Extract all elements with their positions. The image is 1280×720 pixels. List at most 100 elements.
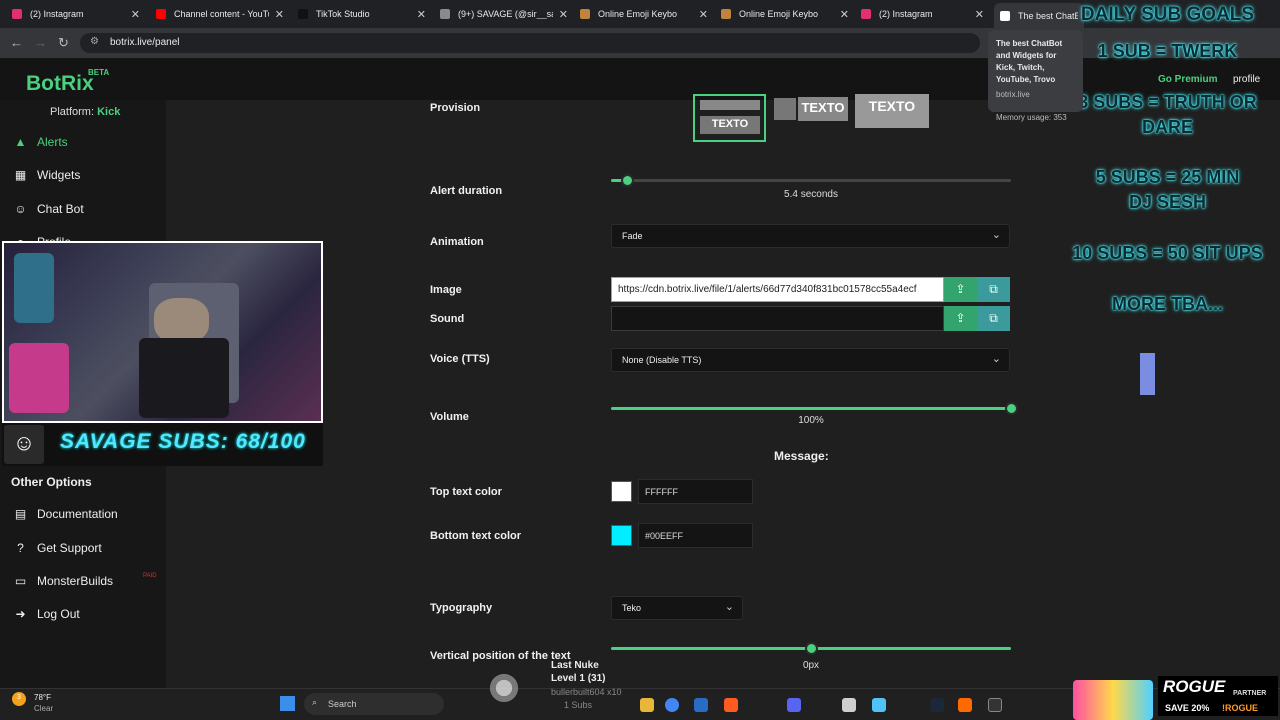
- grid-icon: ▦: [14, 168, 27, 182]
- file-explorer-icon[interactable]: [640, 698, 654, 712]
- windows-start-icon[interactable]: [280, 696, 295, 711]
- top-text-color-input[interactable]: FFFFFF: [638, 479, 753, 504]
- bottom-text-color-label: Bottom text color: [430, 530, 522, 542]
- soundcloud-icon[interactable]: [724, 698, 738, 712]
- logout-icon: ➜: [15, 607, 26, 621]
- sidebar-item-label: Get Support: [37, 541, 102, 555]
- sidebar-item-support[interactable]: ? Get Support: [14, 541, 102, 555]
- vertical-position-slider[interactable]: [611, 642, 1011, 655]
- go-premium-link[interactable]: Go Premium: [1158, 74, 1217, 85]
- help-icon: ?: [17, 541, 24, 555]
- select-value: None (Disable TTS): [622, 355, 702, 365]
- tab-title: Online Emoji Keybo: [598, 9, 678, 19]
- tab-title: (9+) SAVAGE (@sir__savag: [458, 9, 553, 19]
- discord-icon[interactable]: [787, 698, 801, 712]
- typography-select[interactable]: Teko ⌄: [611, 596, 743, 620]
- close-icon[interactable]: ✕: [131, 8, 140, 21]
- chrome-icon[interactable]: [665, 698, 679, 712]
- goal-4: 10 SUBS = 50 SIT UPS: [1072, 243, 1263, 263]
- other-options-heading: Other Options: [11, 475, 92, 489]
- search-icon: ⌕: [312, 697, 318, 707]
- app-icon[interactable]: [842, 698, 856, 712]
- sidebar-item-documentation[interactable]: ▤ Documentation: [14, 507, 118, 521]
- webcam-overlay: [2, 241, 323, 423]
- sidebar-item-monsterbuilds[interactable]: ▭ MonsterBuilds PAID: [14, 573, 157, 588]
- profile-link[interactable]: profile: [1233, 74, 1260, 85]
- sidebar-item-alerts[interactable]: ▲ Alerts: [14, 135, 68, 149]
- sound-url-field[interactable]: [611, 306, 944, 331]
- slider-knob[interactable]: [1005, 402, 1018, 415]
- url-field[interactable]: ⚙ botrix.live/panel: [80, 33, 980, 53]
- provision-option-1[interactable]: TEXTO: [693, 94, 766, 142]
- steam-icon[interactable]: [930, 698, 944, 712]
- chevron-down-icon: ⌄: [724, 601, 734, 613]
- forward-icon[interactable]: →: [34, 35, 47, 50]
- goal-2: 3 SUBS = TRUTH OR DARE: [1078, 92, 1257, 137]
- bottom-text-color-swatch[interactable]: [611, 525, 632, 546]
- tab-title: TikTok Studio: [316, 9, 370, 19]
- volume-slider[interactable]: [611, 402, 1018, 415]
- provision-option-3[interactable]: TEXTO: [855, 94, 929, 128]
- tab-title: Channel content - YouTube: [174, 9, 269, 19]
- tab-hover-card: The best ChatBot and Widgets for Kick, T…: [988, 30, 1083, 122]
- tab-youtube[interactable]: Channel content - YouTube ✕: [150, 3, 290, 25]
- sound-gallery-button[interactable]: ⧉: [977, 306, 1010, 331]
- app-icon[interactable]: [958, 698, 972, 712]
- bottom-text-color-input[interactable]: #00EEFF: [638, 523, 753, 548]
- search-placeholder: Search: [328, 699, 357, 709]
- volume-label: Volume: [430, 411, 469, 423]
- nuke-level: Level 1 (31): [551, 673, 606, 684]
- close-icon[interactable]: ✕: [275, 8, 284, 21]
- close-icon[interactable]: ✕: [840, 8, 849, 21]
- top-text-color-swatch[interactable]: [611, 481, 632, 502]
- site-info-icon[interactable]: ⚙: [90, 36, 99, 47]
- weather-badge: 3: [17, 694, 21, 701]
- photos-icon[interactable]: [694, 698, 708, 712]
- rgb-keyboard: [9, 343, 69, 413]
- tab-tiktok[interactable]: TikTok Studio ✕: [292, 3, 432, 25]
- voice-tts-select[interactable]: None (Disable TTS) ⌄: [611, 348, 1010, 372]
- image-label: Image: [430, 284, 462, 296]
- upload-icon: ⇪: [955, 311, 966, 325]
- sound-label: Sound: [430, 313, 465, 325]
- notes-icon[interactable]: [872, 698, 886, 712]
- image-gallery-button[interactable]: ⧉: [977, 277, 1010, 302]
- platform-value: Kick: [97, 106, 121, 118]
- tab-emoji-1[interactable]: Online Emoji Keybo ✕: [574, 3, 714, 25]
- app-logo[interactable]: BotRix: [26, 72, 94, 96]
- close-icon[interactable]: ✕: [417, 8, 426, 21]
- slider-fill: [611, 407, 1011, 410]
- threads-icon: [440, 9, 450, 19]
- tab-emoji-2[interactable]: Online Emoji Keybo ✕: [715, 3, 855, 25]
- sound-upload-button[interactable]: ⇪: [944, 306, 977, 331]
- select-value: Fade: [622, 231, 643, 241]
- streamer-shirt: [139, 338, 229, 418]
- taskbar-search[interactable]: ⌕ Search: [304, 693, 444, 715]
- sidebar-item-widgets[interactable]: ▦ Widgets: [14, 168, 81, 182]
- tab-threads[interactable]: (9+) SAVAGE (@sir__savag ✕: [434, 3, 574, 25]
- slider-knob[interactable]: [621, 174, 634, 187]
- provision-option-2[interactable]: TEXTO: [772, 94, 848, 124]
- sponsor-offer: SAVE 20%: [1165, 703, 1210, 713]
- close-icon[interactable]: ✕: [975, 8, 984, 21]
- weather-icon[interactable]: 3: [12, 692, 26, 706]
- back-icon[interactable]: ←: [10, 35, 23, 50]
- tab-instagram[interactable]: (2) Instagram ✕: [6, 3, 146, 25]
- close-icon[interactable]: ✕: [699, 8, 708, 21]
- alert-duration-slider[interactable]: [611, 174, 1011, 187]
- sponsor-product-image: [1073, 680, 1153, 720]
- nuke-user: bullerbuilt604 x10: [551, 687, 622, 697]
- close-icon[interactable]: ✕: [559, 8, 568, 21]
- tooltip-host: botrix.live: [996, 90, 1030, 99]
- capcut-icon[interactable]: [988, 698, 1002, 712]
- tab-instagram-2[interactable]: (2) Instagram ✕: [855, 3, 990, 25]
- sidebar-item-chat-bot[interactable]: ☺ Chat Bot: [14, 202, 83, 216]
- tooltip-memory: Memory usage: 353: [996, 113, 1067, 122]
- slider-knob[interactable]: [805, 642, 818, 655]
- sidebar-item-logout[interactable]: ➜ Log Out: [14, 607, 79, 621]
- reload-icon[interactable]: ↻: [58, 35, 69, 51]
- animation-select[interactable]: Fade ⌄: [611, 224, 1010, 248]
- image-upload-button[interactable]: ⇪: [944, 277, 977, 302]
- sidebar-item-label: Alerts: [37, 135, 68, 149]
- image-url-field[interactable]: https://cdn.botrix.live/file/1/alerts/66…: [611, 277, 944, 302]
